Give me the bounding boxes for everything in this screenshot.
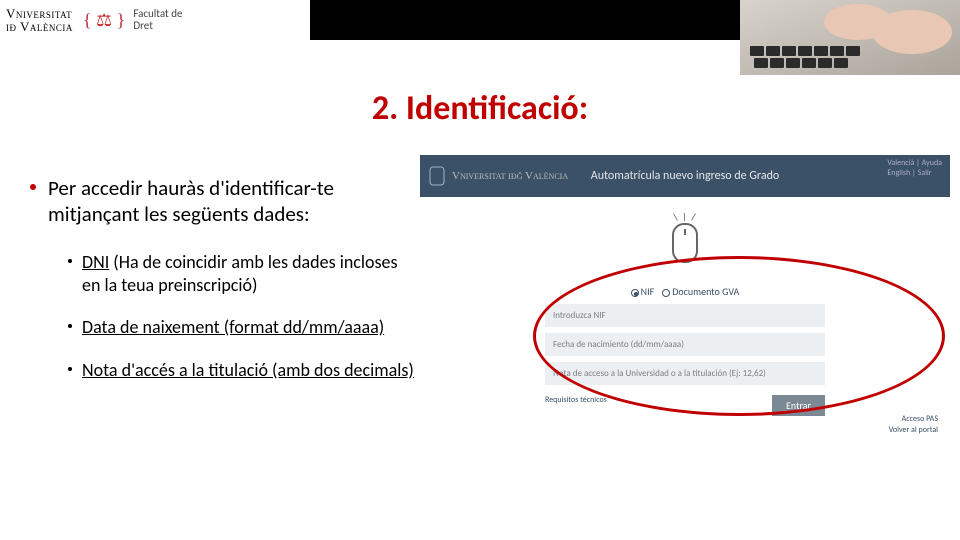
- slide-body: Per accedir hauràs d'identificar-te mitj…: [30, 175, 415, 401]
- requirements-link[interactable]: Requisitos técnicos: [545, 395, 607, 405]
- faculty-icon: { ⚖ }: [83, 10, 125, 31]
- sub-bullet-dob: Data de naixement (format dd/mm/aaaa): [68, 316, 415, 339]
- uv-logo-block: Vniversitat ið València { ⚖ } Facultat d…: [0, 0, 310, 40]
- sub-bullet-nota: Nota d'accés a la titulació (amb dos dec…: [68, 359, 415, 382]
- embedded-screenshot: Vniversitat iðğ València Automatrícula n…: [420, 155, 950, 445]
- keyboard-image: [740, 0, 960, 75]
- intro-bullet: Per accedir hauràs d'identificar-te mitj…: [30, 175, 415, 227]
- app-title: Automatrícula nuevo ingreso de Grado: [591, 169, 779, 183]
- uv-shield-icon: [428, 165, 446, 187]
- enter-button[interactable]: Entrar: [772, 395, 825, 416]
- nif-field[interactable]: Introduzca NIF: [545, 304, 825, 327]
- faculty-label: Facultat de Dret: [133, 8, 182, 32]
- footer-links[interactable]: Acceso PAS Volver al portal: [889, 414, 938, 435]
- radio-gva[interactable]: [662, 289, 670, 297]
- dob-field[interactable]: Fecha de nacimiento (dd/mm/aaaa): [545, 333, 825, 356]
- sub-bullet-dni: DNI (Ha de coincidir amb les dades inclo…: [68, 251, 415, 296]
- mouse-icon: [672, 223, 698, 263]
- app-body: NIF Documento GVA Introduzca NIF Fecha d…: [420, 197, 950, 445]
- nota-field[interactable]: Nota de acceso a la Universidad o a la t…: [545, 362, 825, 385]
- app-brand: Vniversitat iðğ València: [452, 170, 568, 182]
- lang-links[interactable]: Valencià | Ayuda English | Salir: [887, 159, 942, 178]
- uv-wordmark: Vniversitat ið València: [6, 7, 73, 33]
- header-bar: Vniversitat ið València { ⚖ } Facultat d…: [0, 0, 960, 40]
- slide-title: 2. Identificació:: [0, 88, 960, 129]
- radio-nif[interactable]: [631, 289, 639, 297]
- app-header: Vniversitat iðğ València Automatrícula n…: [420, 155, 950, 197]
- doc-type-radios[interactable]: NIF Documento GVA: [631, 285, 740, 298]
